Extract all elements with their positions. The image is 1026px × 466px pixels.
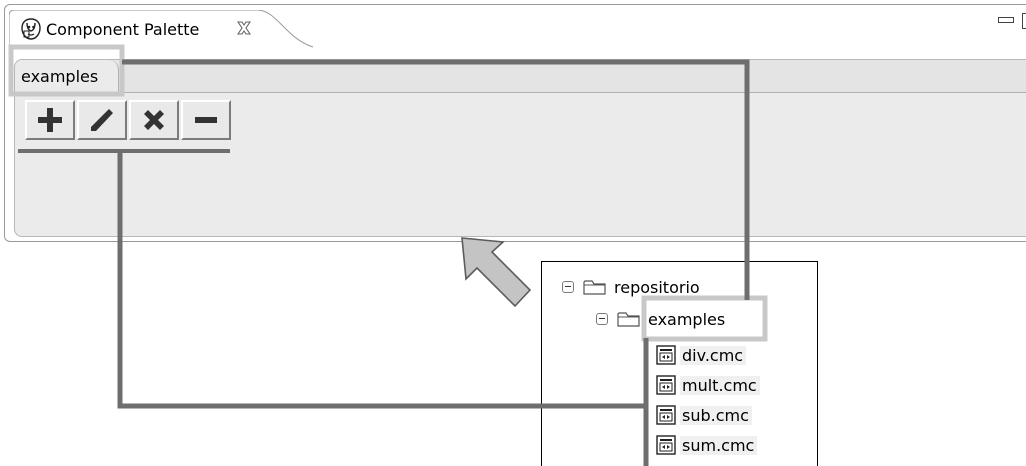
screenshot-stage: Component Palette examples repositorio e… bbox=[0, 0, 1026, 466]
component-file-icon bbox=[656, 345, 676, 365]
pencil-slash-icon bbox=[91, 109, 113, 131]
tab-examples[interactable]: examples bbox=[15, 60, 119, 93]
tree-label-file: mult.cmc bbox=[680, 375, 760, 395]
tree-file-div[interactable]: div.cmc bbox=[656, 342, 747, 368]
tree-label-root: repositorio bbox=[614, 277, 700, 297]
tree-file-sum[interactable]: sum.cmc bbox=[656, 432, 758, 458]
collapse-icon[interactable] bbox=[562, 281, 574, 293]
tree-file-mult[interactable]: mult.cmc bbox=[656, 372, 760, 398]
minimize-icon[interactable] bbox=[998, 17, 1014, 23]
repository-tree: repositorio examples div.cmc mult.cmc su… bbox=[541, 261, 818, 466]
palette-tab-strip bbox=[15, 60, 1026, 93]
close-icon[interactable] bbox=[235, 19, 253, 37]
tree-label-file: sum.cmc bbox=[680, 435, 758, 455]
component-palette-icon bbox=[21, 18, 41, 40]
add-button[interactable] bbox=[25, 100, 75, 140]
tree-label-file: sub.cmc bbox=[680, 405, 752, 425]
view-body: examples bbox=[8, 48, 1026, 238]
maximize-icon[interactable] bbox=[1022, 13, 1026, 29]
x-icon bbox=[144, 110, 164, 130]
component-palette-view: Component Palette examples bbox=[4, 4, 1026, 242]
minus-icon bbox=[195, 117, 217, 123]
tab-examples-label: examples bbox=[21, 67, 99, 86]
collapse-icon[interactable] bbox=[596, 313, 608, 325]
view-title: Component Palette bbox=[46, 20, 200, 39]
tree-node-examples[interactable]: examples bbox=[596, 306, 725, 332]
tree-node-repositorio[interactable]: repositorio bbox=[562, 274, 700, 300]
view-window-controls bbox=[986, 11, 1026, 33]
tree-file-sub[interactable]: sub.cmc bbox=[656, 402, 752, 428]
tree-label-examples: examples bbox=[648, 309, 726, 329]
folder-icon bbox=[617, 312, 640, 327]
palette-toolbar bbox=[25, 100, 231, 144]
folder-icon bbox=[583, 280, 606, 295]
remove-button[interactable] bbox=[181, 100, 231, 140]
tree-label-file: div.cmc bbox=[680, 345, 747, 365]
component-file-icon bbox=[656, 405, 676, 425]
view-tab[interactable]: Component Palette bbox=[9, 10, 315, 48]
plus-icon bbox=[38, 108, 62, 132]
edit-button[interactable] bbox=[77, 100, 127, 140]
component-file-icon bbox=[656, 435, 676, 455]
delete-button[interactable] bbox=[129, 100, 179, 140]
component-file-icon bbox=[656, 375, 676, 395]
arrow-icon bbox=[461, 237, 532, 308]
palette-tab-folder: examples bbox=[14, 59, 1026, 237]
